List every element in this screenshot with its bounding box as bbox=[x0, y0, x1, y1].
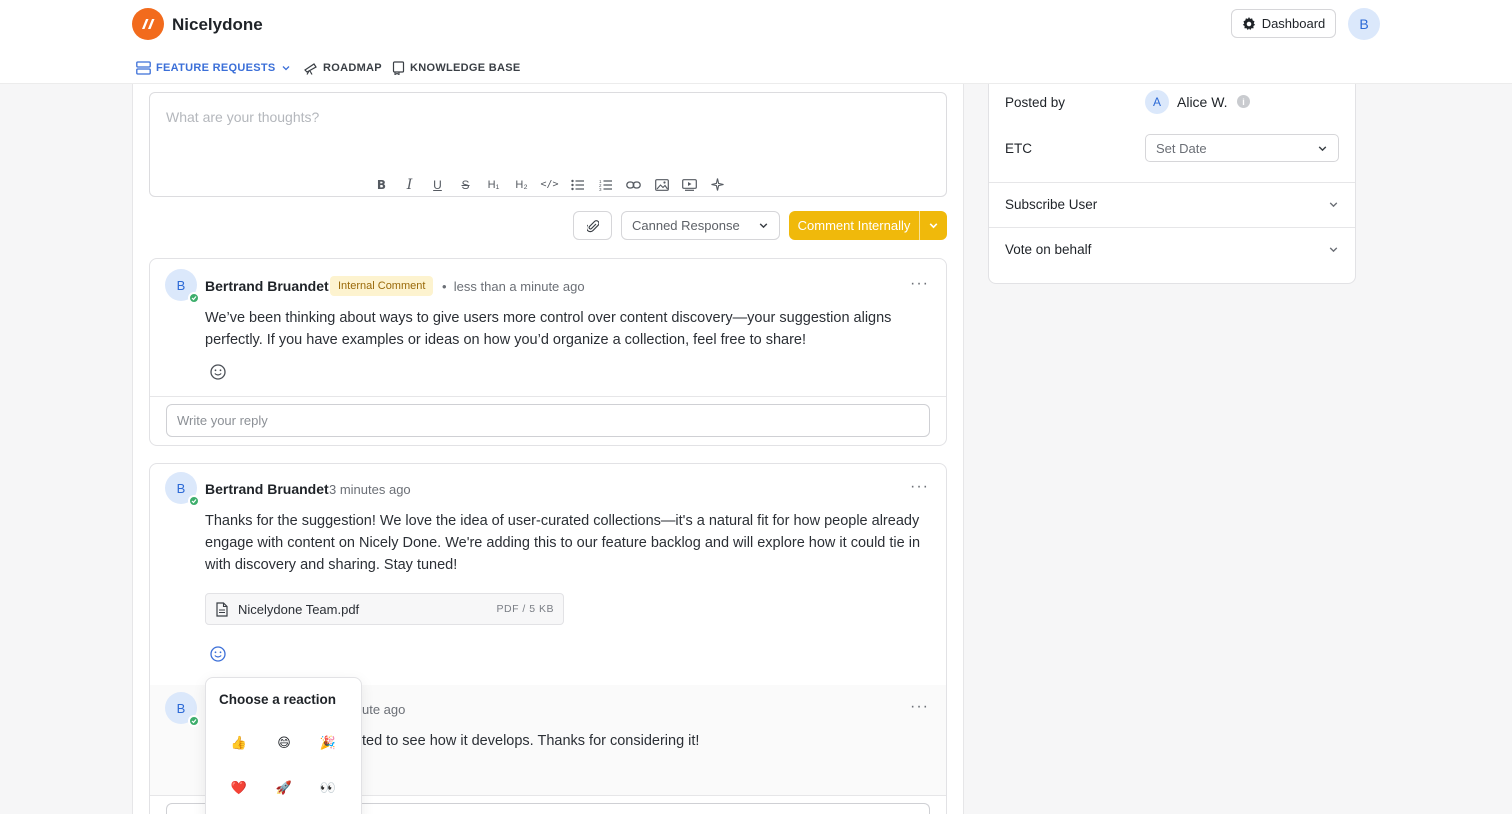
comment-time-text: less than a minute ago bbox=[453, 279, 585, 294]
strikethrough-icon[interactable]: S bbox=[456, 175, 475, 194]
avatar-initial: B bbox=[176, 480, 186, 496]
avatar: B bbox=[165, 692, 200, 727]
comment-internally-button[interactable]: Comment Internally bbox=[789, 211, 947, 240]
reaction-rocket[interactable]: 🚀 bbox=[269, 773, 299, 803]
comment-internally-label: Comment Internally bbox=[797, 218, 911, 233]
dashboard-button[interactable]: Dashboard bbox=[1231, 9, 1336, 38]
reply-timestamp: ute ago bbox=[362, 702, 406, 717]
reaction-thumbs-up[interactable]: 👍 bbox=[224, 728, 254, 758]
book-icon bbox=[392, 61, 405, 75]
reply-menu-button[interactable]: ··· bbox=[910, 698, 929, 716]
reaction-laugh[interactable]: 😄 bbox=[269, 728, 299, 758]
image-icon[interactable] bbox=[652, 175, 671, 194]
reaction-eyes[interactable]: 👀 bbox=[313, 773, 343, 803]
nav-roadmap[interactable]: ROADMAP bbox=[303, 58, 382, 78]
verified-check-icon bbox=[188, 715, 200, 727]
paperclip-icon bbox=[586, 219, 599, 232]
svg-text:3: 3 bbox=[599, 187, 602, 191]
editor-placeholder: What are your thoughts? bbox=[166, 109, 320, 125]
etc-date-value: Set Date bbox=[1156, 140, 1207, 156]
vote-on-behalf-row[interactable]: Vote on behalf bbox=[989, 228, 1355, 272]
avatar: A bbox=[1145, 90, 1169, 114]
editor-toolbar: B I U S H₁ H₂ </> 123 bbox=[372, 175, 727, 194]
chevron-down-icon bbox=[759, 223, 768, 229]
bold-icon[interactable]: B bbox=[372, 175, 391, 194]
canned-response-label: Canned Response bbox=[632, 218, 740, 233]
bullet-list-icon[interactable] bbox=[568, 175, 587, 194]
reply-placeholder: Write your reply bbox=[177, 413, 268, 428]
subscribe-user-row[interactable]: Subscribe User bbox=[989, 183, 1355, 227]
avatar-initial: B bbox=[176, 277, 186, 293]
comment-author: Bertrand Bruandet bbox=[205, 481, 329, 497]
code-icon[interactable]: </> bbox=[540, 175, 559, 194]
info-icon[interactable]: i bbox=[1237, 95, 1250, 108]
user-avatar[interactable]: B bbox=[1348, 8, 1380, 40]
etc-date-select[interactable]: Set Date bbox=[1145, 134, 1339, 162]
comment-editor[interactable]: What are your thoughts? B I U S H₁ H₂ </… bbox=[149, 92, 947, 197]
logo-icon[interactable] bbox=[132, 8, 164, 40]
underline-icon[interactable]: U bbox=[428, 175, 447, 194]
nav-feature-requests-label: FEATURE REQUESTS bbox=[156, 62, 276, 74]
posted-by-row: Posted by A Alice W. i bbox=[989, 84, 1355, 120]
heading2-icon[interactable]: H₂ bbox=[512, 175, 531, 194]
document-icon bbox=[216, 601, 228, 617]
chevron-down-icon bbox=[1318, 145, 1327, 151]
heading1-icon[interactable]: H₁ bbox=[484, 175, 503, 194]
comment-body: Thanks for the suggestion! We love the i… bbox=[205, 513, 921, 573]
magic-icon[interactable] bbox=[708, 175, 727, 194]
verified-check-icon bbox=[188, 292, 200, 304]
chevron-down-icon bbox=[282, 66, 289, 71]
attachment-name: Nicelydone Team.pdf bbox=[238, 601, 360, 617]
verified-check-icon bbox=[188, 495, 200, 507]
dashboard-label: Dashboard bbox=[1261, 16, 1326, 31]
avatar-initial: B bbox=[176, 700, 186, 716]
canned-response-select[interactable]: Canned Response bbox=[621, 211, 780, 240]
reply-input[interactable]: Write your reply bbox=[166, 404, 930, 437]
posted-by-label: Posted by bbox=[1005, 95, 1066, 110]
chevron-down-icon bbox=[929, 223, 938, 229]
attach-button[interactable] bbox=[573, 211, 612, 240]
vote-on-behalf-label: Vote on behalf bbox=[1005, 242, 1092, 257]
chevron-down-icon bbox=[1329, 247, 1338, 253]
comment-author: Bertrand Bruandet bbox=[205, 278, 329, 294]
avatar: B bbox=[165, 269, 200, 304]
nav-knowledge-base[interactable]: KNOWLEDGE BASE bbox=[392, 58, 521, 78]
top-header: Nicelydone Dashboard B FEATURE REQUESTS … bbox=[0, 0, 1512, 84]
subscribe-user-label: Subscribe User bbox=[1005, 197, 1098, 212]
comment-timestamp: • less than a minute ago bbox=[442, 279, 585, 294]
comment-menu-button[interactable]: ··· bbox=[910, 478, 929, 496]
comment-timestamp: 3 minutes ago bbox=[329, 482, 411, 497]
ordered-list-icon[interactable]: 123 bbox=[596, 175, 615, 194]
comment-body: We’ve been thinking about ways to give u… bbox=[205, 310, 892, 348]
add-reaction-icon[interactable] bbox=[209, 363, 227, 381]
telescope-icon bbox=[304, 63, 317, 75]
chevron-down-icon bbox=[1329, 202, 1338, 208]
internal-comment-badge: Internal Comment bbox=[330, 276, 434, 296]
comment-options-caret[interactable] bbox=[919, 211, 947, 240]
reaction-picker-title: Choose a reaction bbox=[219, 692, 337, 707]
divider bbox=[150, 396, 946, 397]
stack-icon bbox=[136, 61, 151, 75]
video-icon[interactable] bbox=[680, 175, 699, 194]
brand-name[interactable]: Nicelydone bbox=[172, 15, 263, 35]
comment-menu-button[interactable]: ··· bbox=[910, 275, 929, 293]
etc-label: ETC bbox=[1005, 141, 1032, 156]
nav-feature-requests[interactable]: FEATURE REQUESTS bbox=[136, 58, 291, 78]
italic-icon[interactable]: I bbox=[400, 175, 419, 194]
reply-body: ted to see how it develops. Thanks for c… bbox=[362, 733, 700, 749]
attachment-size: PDF / 5 KB bbox=[496, 603, 554, 615]
details-sidebar: Posted by A Alice W. i ETC Set Date Subs… bbox=[988, 84, 1356, 284]
add-reaction-icon[interactable] bbox=[209, 645, 227, 663]
link-icon[interactable] bbox=[624, 175, 643, 194]
reaction-heart[interactable]: ❤️ bbox=[224, 773, 254, 803]
avatar: B bbox=[165, 472, 200, 507]
reaction-party[interactable]: 🎉 bbox=[313, 728, 343, 758]
reaction-picker: Choose a reaction 👍 😄 🎉 ❤️ 🚀 👀 bbox=[205, 677, 362, 814]
nav-roadmap-label: ROADMAP bbox=[323, 62, 382, 74]
posted-by-name[interactable]: Alice W. bbox=[1177, 94, 1228, 110]
gear-icon bbox=[1242, 16, 1255, 30]
nav-knowledge-base-label: KNOWLEDGE BASE bbox=[410, 62, 521, 74]
attachment-file[interactable]: Nicelydone Team.pdf PDF / 5 KB bbox=[205, 593, 564, 625]
